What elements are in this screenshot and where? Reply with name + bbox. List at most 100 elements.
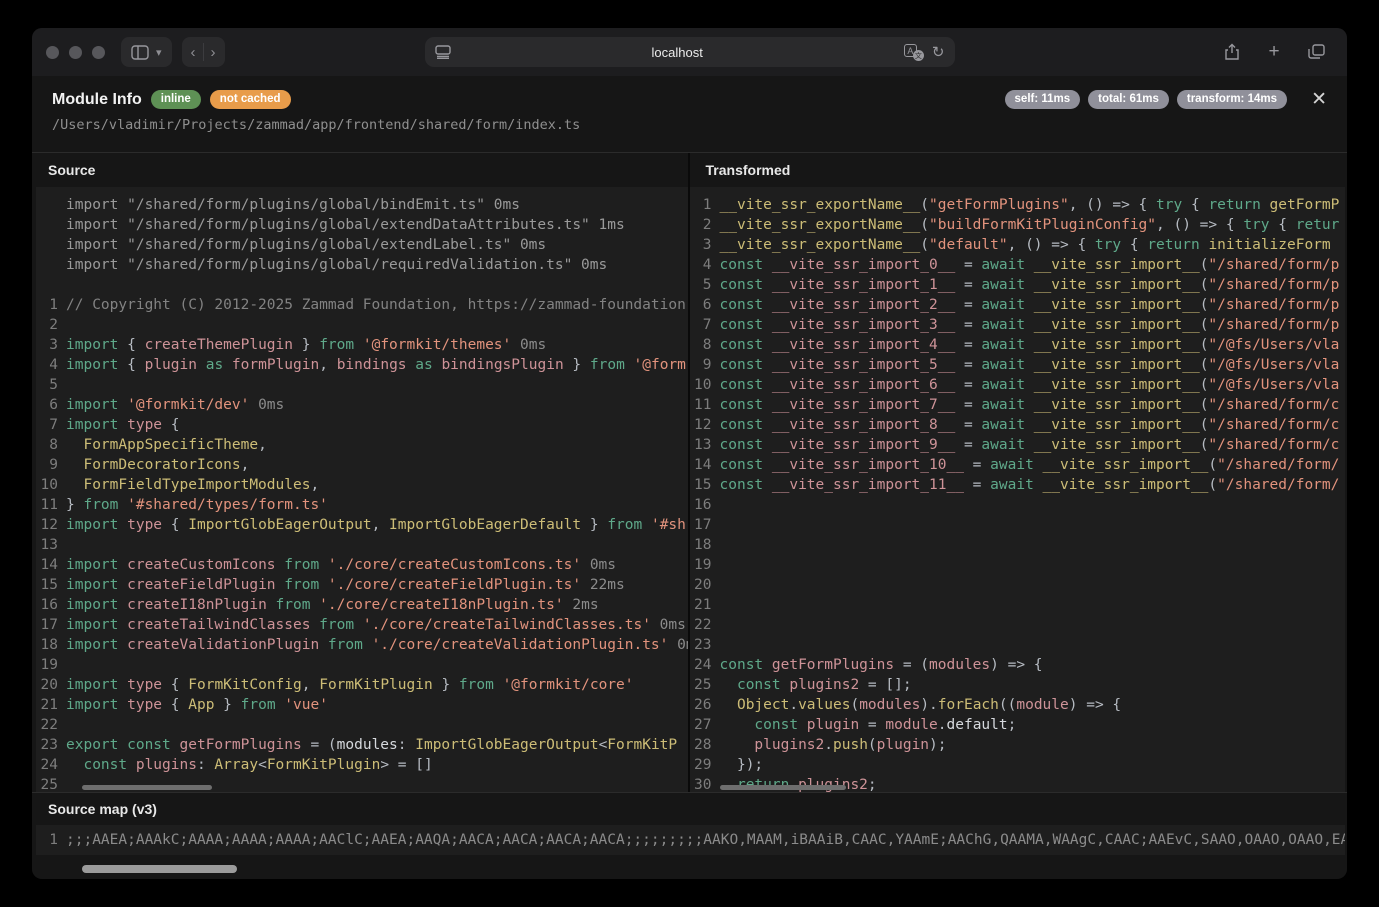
- tabs-overview-button[interactable]: [1299, 37, 1333, 67]
- code-line: 14import createCustomIcons from './core/…: [36, 555, 688, 575]
- line-number: 9: [36, 455, 66, 475]
- line-number: 30: [690, 775, 720, 792]
- line-number: 22: [36, 715, 66, 735]
- code-text: const getFormPlugins = (modules) => {: [720, 655, 1043, 675]
- code-text: const __vite_ssr_import_2__ = await __vi…: [720, 295, 1340, 315]
- code-line: import "/shared/form/plugins/global/bind…: [36, 195, 688, 215]
- code-line: 4const __vite_ssr_import_0__ = await __v…: [690, 255, 1346, 275]
- page-title: Module Info: [52, 91, 142, 109]
- code-text: FormFieldTypeImportModules,: [66, 475, 319, 495]
- import-widget-text: import "/shared/form/plugins/global/bind…: [66, 195, 520, 215]
- line-number: 3: [690, 235, 720, 255]
- code-line: 22: [36, 715, 688, 735]
- code-line: import "/shared/form/plugins/global/requ…: [36, 255, 688, 275]
- address-bar[interactable]: localhost A文 ↻: [425, 37, 955, 67]
- self-time-badge: self: 11ms: [1005, 90, 1081, 109]
- line-number: 10: [690, 375, 720, 395]
- share-button[interactable]: [1215, 37, 1249, 67]
- line-number: 22: [690, 615, 720, 635]
- line-number: 15: [36, 575, 66, 595]
- code-text: __vite_ssr_exportName__("default", () =>…: [720, 235, 1331, 255]
- code-text: Object.values(modules).forEach((module) …: [720, 695, 1122, 715]
- source-hscrollbar[interactable]: [82, 785, 212, 790]
- line-number: 1: [36, 295, 66, 315]
- reader-icon[interactable]: [435, 45, 451, 59]
- timing-stats: self: 11ms total: 61ms transform: 14ms: [1005, 90, 1287, 109]
- zoom-window-button[interactable]: [92, 46, 105, 59]
- sidebar-toggle[interactable]: ▾: [121, 37, 172, 67]
- line-number: 11: [690, 395, 720, 415]
- code-line: 1__vite_ssr_exportName__("getFormPlugins…: [690, 195, 1346, 215]
- code-line: 16import createI18nPlugin from './core/c…: [36, 595, 688, 615]
- new-tab-button[interactable]: +: [1257, 37, 1291, 67]
- code-line: 26 Object.values(modules).forEach((modul…: [690, 695, 1346, 715]
- code-text: __vite_ssr_exportName__("buildFormKitPlu…: [720, 215, 1340, 235]
- code-line: 19: [36, 655, 688, 675]
- close-window-button[interactable]: [46, 46, 59, 59]
- line-number: 16: [690, 495, 720, 515]
- line-number: 5: [690, 275, 720, 295]
- code-line: 1 ;;;AAEA;AAAkC;AAAA;AAAA;AAAA;AAClC;AAE…: [36, 830, 1345, 850]
- sidebar-icon: [131, 45, 149, 60]
- code-text: const __vite_ssr_import_4__ = await __vi…: [720, 335, 1340, 355]
- code-text: __vite_ssr_exportName__("getFormPlugins"…: [720, 195, 1340, 215]
- line-number: 29: [690, 755, 720, 775]
- code-text: import type { App } from 'vue': [66, 695, 328, 715]
- transformed-code[interactable]: 1__vite_ssr_exportName__("getFormPlugins…: [690, 187, 1346, 792]
- code-line: 24const getFormPlugins = (modules) => {: [690, 655, 1346, 675]
- code-line: 18import createValidationPlugin from './…: [36, 635, 688, 655]
- cache-status-badge: not cached: [210, 90, 291, 109]
- line-number: 8: [690, 335, 720, 355]
- line-number: 18: [690, 535, 720, 555]
- code-line: 28 plugins2.push(plugin);: [690, 735, 1346, 755]
- source-code[interactable]: import "/shared/form/plugins/global/bind…: [36, 187, 688, 792]
- code-line: 20import type { FormKitConfig, FormKitPl…: [36, 675, 688, 695]
- code-line: 17import createTailwindClasses from './c…: [36, 615, 688, 635]
- line-number: 16: [36, 595, 66, 615]
- transform-time-badge: transform: 14ms: [1177, 90, 1287, 109]
- code-line: import "/shared/form/plugins/global/exte…: [36, 215, 688, 235]
- code-line: 10const __vite_ssr_import_6__ = await __…: [690, 375, 1346, 395]
- code-line: 12const __vite_ssr_import_8__ = await __…: [690, 415, 1346, 435]
- traffic-lights: [46, 46, 105, 59]
- line-number: [36, 215, 66, 235]
- line-number: 2: [36, 315, 66, 335]
- line-number: 11: [36, 495, 66, 515]
- code-text: const __vite_ssr_import_7__ = await __vi…: [720, 395, 1340, 415]
- line-number: 24: [36, 755, 66, 775]
- code-line: 16: [690, 495, 1346, 515]
- browser-toolbar: ▾ ‹ › localhost A文 ↻ +: [32, 28, 1347, 76]
- code-text: } from '#shared/types/form.ts': [66, 495, 328, 515]
- line-number: 4: [690, 255, 720, 275]
- code-text: const __vite_ssr_import_11__ = await __v…: [720, 475, 1340, 495]
- sourcemap-hscrollbar[interactable]: [82, 865, 237, 873]
- line-number: 9: [690, 355, 720, 375]
- line-number: 17: [690, 515, 720, 535]
- code-text: import createFieldPlugin from './core/cr…: [66, 575, 625, 595]
- sourcemap-code[interactable]: 1 ;;;AAEA;AAAkC;AAAA;AAAA;AAAA;AAClC;AAE…: [36, 825, 1345, 855]
- back-button[interactable]: ‹: [184, 37, 203, 67]
- code-panels: Source import "/shared/form/plugins/glob…: [32, 152, 1347, 793]
- line-number: 24: [690, 655, 720, 675]
- source-panel-title: Source: [32, 153, 688, 187]
- close-icon[interactable]: ✕: [1311, 88, 1327, 111]
- line-number: 13: [690, 435, 720, 455]
- translate-icon[interactable]: A文: [904, 43, 924, 61]
- code-line: 17: [690, 515, 1346, 535]
- code-line: 9const __vite_ssr_import_5__ = await __v…: [690, 355, 1346, 375]
- line-number: 13: [36, 535, 66, 555]
- line-number: [36, 275, 66, 295]
- minimize-window-button[interactable]: [69, 46, 82, 59]
- line-number: 6: [690, 295, 720, 315]
- forward-button[interactable]: ›: [204, 37, 223, 67]
- reload-icon[interactable]: ↻: [932, 43, 945, 61]
- line-number: 1: [36, 830, 66, 850]
- transformed-hscrollbar[interactable]: [720, 785, 846, 790]
- line-number: 23: [36, 735, 66, 755]
- import-widget-text: import "/shared/form/plugins/global/requ…: [66, 255, 607, 275]
- code-line: 18: [690, 535, 1346, 555]
- line-number: 10: [36, 475, 66, 495]
- line-number: 3: [36, 335, 66, 355]
- code-text: import createValidationPlugin from './co…: [66, 635, 688, 655]
- code-text: import '@formkit/dev' 0ms: [66, 395, 284, 415]
